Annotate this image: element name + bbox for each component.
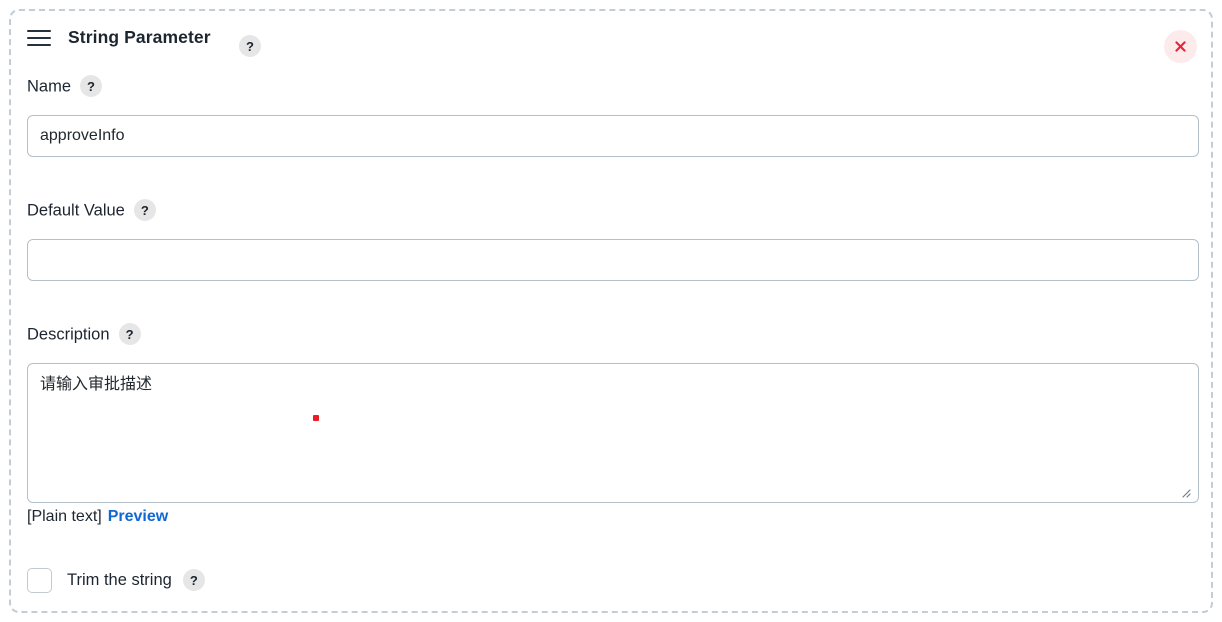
- description-format-row: [Plain text] Preview: [27, 508, 168, 526]
- preview-link[interactable]: Preview: [108, 508, 168, 525]
- description-field-label: Description?: [27, 323, 141, 346]
- trim-string-row: Trim the string ?: [27, 563, 205, 597]
- name-help-icon[interactable]: ?: [80, 75, 103, 97]
- plain-text-label: [Plain text]: [27, 508, 102, 525]
- hamburger-icon[interactable]: [27, 28, 51, 48]
- name-label-text: Name: [27, 77, 72, 96]
- name-input[interactable]: [27, 115, 1199, 157]
- panel-header: String Parameter ?: [11, 11, 1211, 65]
- description-help-icon[interactable]: ?: [118, 323, 141, 345]
- trim-string-label[interactable]: Trim the string: [67, 571, 172, 590]
- close-button[interactable]: [1164, 30, 1197, 63]
- description-label-text: Description: [27, 325, 110, 344]
- default-value-label-text: Default Value: [27, 201, 125, 220]
- default-value-help-icon[interactable]: ?: [133, 199, 156, 221]
- cursor-marker: [313, 415, 319, 421]
- name-field-label: Name?: [27, 75, 103, 98]
- hamburger-bar: [27, 43, 51, 46]
- default-value-field-label: Default Value?: [27, 199, 156, 222]
- page-title: String Parameter: [68, 27, 211, 47]
- trim-string-checkbox[interactable]: [27, 567, 52, 593]
- hamburger-bar: [27, 36, 51, 40]
- default-value-input[interactable]: [27, 239, 1199, 281]
- string-parameter-panel: String Parameter ? Name? Default Value? …: [9, 9, 1213, 613]
- close-icon: [1175, 41, 1186, 52]
- description-textarea[interactable]: [27, 363, 1199, 503]
- trim-string-help-icon[interactable]: ?: [182, 569, 205, 591]
- title-help-icon[interactable]: ?: [239, 35, 261, 57]
- hamburger-bar: [27, 30, 51, 33]
